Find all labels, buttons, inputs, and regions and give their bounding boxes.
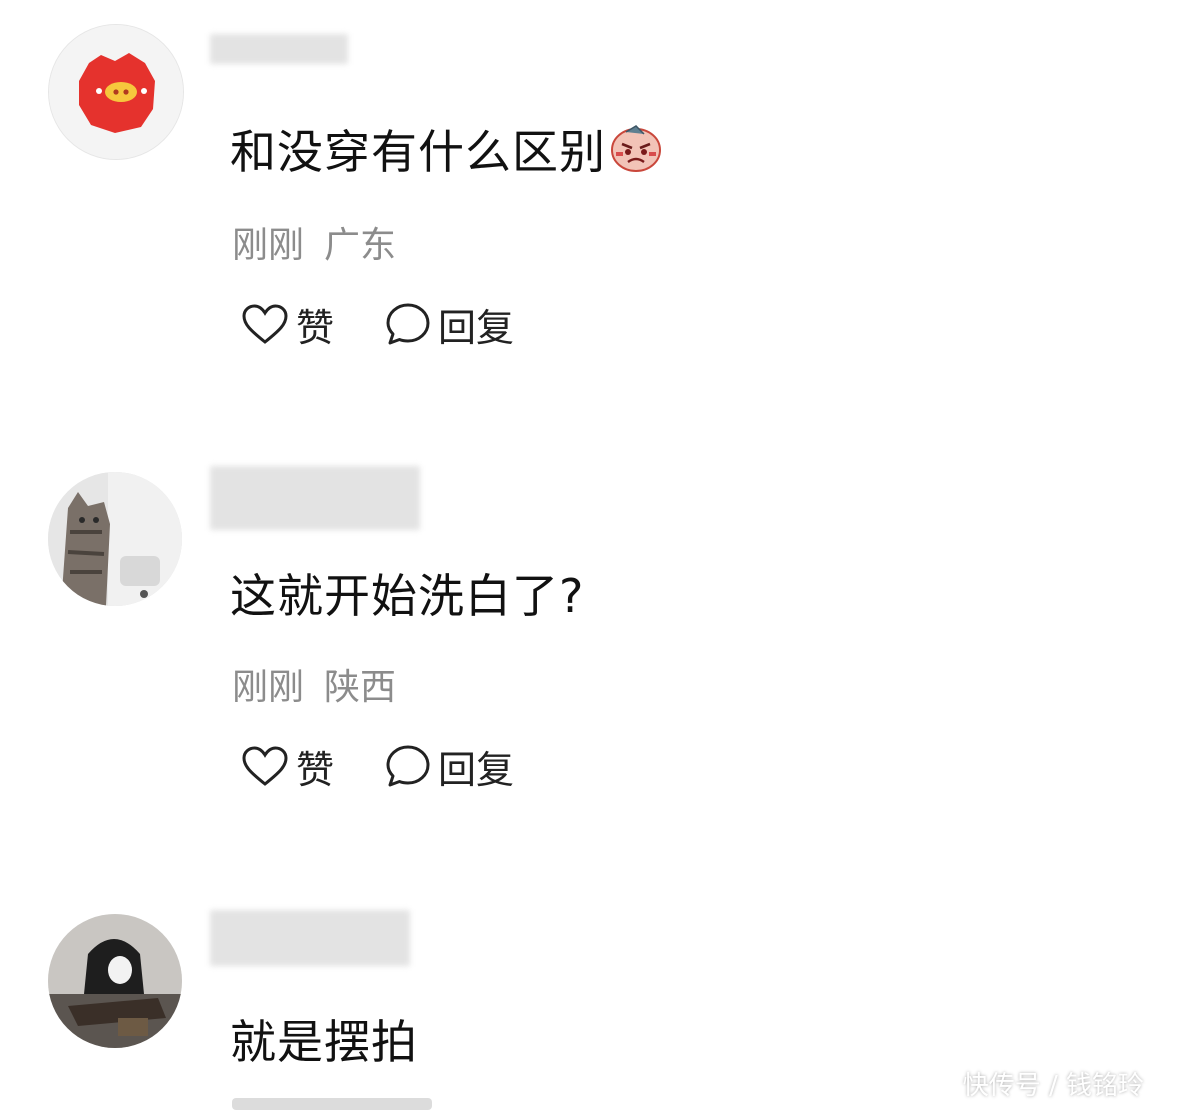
reply-label: 回复 — [438, 747, 515, 792]
like-button[interactable]: 赞 — [240, 297, 334, 352]
comment-item: 和没穿有什么区别 刚刚 广东 赞 回复 — [0, 0, 1180, 420]
comment-actions: 赞 回复 — [240, 296, 514, 352]
username-redacted[interactable] — [210, 910, 410, 966]
speech-bubble-icon — [386, 745, 430, 787]
heart-icon — [242, 304, 288, 344]
pig-avatar-icon — [49, 25, 183, 159]
like-button[interactable]: 赞 — [240, 739, 334, 794]
like-label: 赞 — [296, 305, 335, 350]
location: 陕西 — [324, 667, 397, 708]
comment-meta: 刚刚 广东 — [232, 216, 396, 268]
comment-meta: 刚刚 陕西 — [232, 658, 396, 710]
cat-photo-avatar — [48, 472, 182, 606]
speech-bubble-icon — [386, 303, 430, 345]
comment-text: 这就开始洗白了? — [230, 569, 585, 623]
reply-button[interactable]: 回复 — [384, 297, 514, 352]
person-photo-avatar — [48, 914, 182, 1048]
watermark: 快传号 / 钱铭玲 — [962, 1071, 1144, 1101]
reply-label: 回复 — [438, 305, 515, 350]
comment-meta-clipped — [232, 1098, 462, 1110]
comment-text: 就是摆拍 — [230, 1015, 418, 1069]
comment-actions: 赞 回复 — [240, 738, 514, 794]
timestamp: 刚刚 — [232, 225, 305, 266]
avatar[interactable] — [48, 914, 182, 1048]
username-redacted[interactable] — [210, 466, 420, 530]
location: 广东 — [324, 225, 397, 266]
username-redacted[interactable] — [210, 34, 348, 64]
angry-face-emoji-icon — [608, 122, 664, 185]
comment-item: 这就开始洗白了? 刚刚 陕西 赞 回复 — [0, 440, 1180, 860]
reply-button[interactable]: 回复 — [384, 739, 514, 794]
like-label: 赞 — [296, 747, 335, 792]
heart-icon — [242, 746, 288, 786]
comment-feed: 和没穿有什么区别 刚刚 广东 赞 回复 这就开始洗白了? 刚刚 陕西 赞 回复 … — [0, 0, 1180, 1110]
timestamp: 刚刚 — [232, 667, 305, 708]
avatar[interactable] — [48, 472, 182, 606]
comment-text: 和没穿有什么区别 — [230, 116, 664, 185]
avatar[interactable] — [48, 24, 184, 160]
